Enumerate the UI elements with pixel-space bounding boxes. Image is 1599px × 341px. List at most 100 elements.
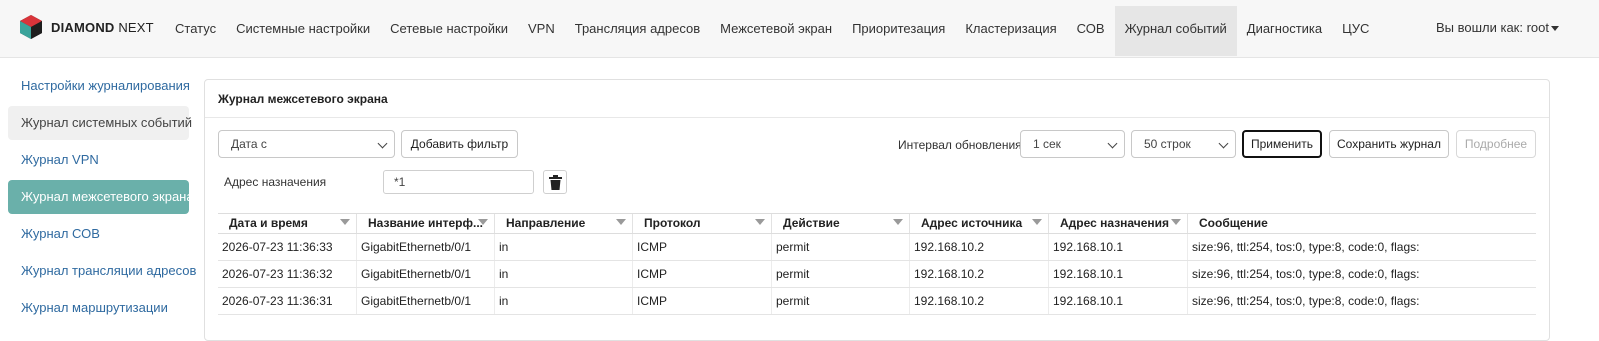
sidebar-item[interactable]: Журнал VPN — [8, 143, 189, 177]
table-cell: ICMP — [633, 261, 772, 287]
column-header[interactable]: Сообщение — [1188, 214, 1536, 233]
column-header-label: Направление — [506, 216, 586, 230]
table-cell: in — [495, 288, 633, 314]
sort-icon[interactable] — [340, 219, 350, 225]
destination-filter-label: Адрес назначения — [224, 175, 327, 189]
date-from-select-value: Дата с — [231, 137, 267, 151]
table-cell: 2026-07-23 11:36:31 — [218, 288, 357, 314]
column-header[interactable]: Адрес назначения — [1049, 214, 1188, 233]
table-cell: size:96, ttl:254, tos:0, type:8, code:0,… — [1192, 294, 1420, 308]
brand-name[interactable]: DIAMOND NEXT — [51, 20, 154, 35]
table-cell: size:96, ttl:254, tos:0, type:8, code:0,… — [1192, 267, 1420, 281]
brand-main: DIAMOND — [51, 20, 115, 35]
nav-item[interactable]: СОВ — [1067, 0, 1115, 51]
nav-item[interactable]: Журнал событий — [1114, 6, 1237, 56]
table-cell: 2026-07-23 11:36:32 — [218, 261, 357, 287]
diamond-logo-icon[interactable] — [18, 14, 44, 40]
rows-count-value: 50 строк — [1144, 137, 1191, 151]
nav-item[interactable]: Сетевые настройки — [380, 0, 518, 51]
sidebar-item[interactable]: Журнал трансляции адресов — [8, 254, 196, 288]
table-cell: 192.168.10.2 — [910, 288, 1049, 314]
panel-title: Журнал межсетевого экрана — [218, 92, 388, 106]
nav-item[interactable]: VPN — [518, 0, 565, 51]
table-cell: 192.168.10.2 — [910, 261, 1049, 287]
add-filter-button[interactable]: Добавить фильтр — [401, 130, 518, 158]
column-header[interactable]: Протокол — [633, 214, 772, 233]
sidebar: Настройки журналирования Журнал системных… — [8, 69, 196, 328]
refresh-interval-label: Интервал обновления — [898, 138, 1022, 152]
sidebar-item[interactable]: Журнал маршрутизации — [8, 291, 189, 325]
table-cell: permit — [772, 288, 910, 314]
table-cell: GigabitEthernetb/0/1 — [357, 234, 495, 260]
nav-item[interactable]: Трансляция адресов — [565, 0, 710, 51]
refresh-interval-select[interactable]: 1 сек — [1020, 130, 1125, 158]
remove-filter-button[interactable] — [543, 170, 567, 194]
column-header[interactable]: Направление — [495, 214, 633, 233]
refresh-interval-value: 1 сек — [1033, 137, 1061, 151]
column-header-label: Адрес источника — [921, 216, 1023, 230]
column-header[interactable]: Название интерф... — [357, 214, 495, 233]
table-cell: ICMP — [633, 288, 772, 314]
brand-suffix: NEXT — [118, 20, 154, 35]
table-cell: 2026-07-23 11:36:33 — [218, 234, 357, 260]
sidebar-item[interactable]: Журнал межсетевого экрана — [8, 180, 194, 214]
nav-item[interactable]: ЦУС — [1332, 0, 1379, 51]
chevron-down-icon — [377, 138, 388, 149]
table-body: 2026-07-23 11:36:33 GigabitEthernetb/0/1 i… — [218, 234, 1536, 315]
nav-item[interactable]: Приоритезация — [842, 0, 955, 51]
column-header-label: Дата и время — [229, 216, 308, 230]
table-cell: 192.168.10.2 — [910, 234, 1049, 260]
table-row[interactable]: 2026-07-23 11:36:33 GigabitEthernetb/0/1 i… — [218, 234, 1536, 261]
column-header[interactable]: Дата и время — [218, 214, 357, 233]
table-cell: GigabitEthernetb/0/1 — [357, 288, 495, 314]
nav-item[interactable]: Межсетевой экран — [710, 0, 842, 51]
user-menu[interactable]: Вы вошли как: root — [1436, 20, 1559, 35]
column-header-label: Действие — [783, 216, 840, 230]
nav-item[interactable]: Статус — [165, 0, 226, 51]
sort-icon[interactable] — [1032, 219, 1042, 225]
rows-count-select[interactable]: 50 строк — [1131, 130, 1236, 158]
chevron-down-icon — [1107, 138, 1118, 149]
table-header: Дата и время Название интерф... Направлени… — [218, 214, 1536, 234]
column-header[interactable]: Адрес источника — [910, 214, 1049, 233]
column-header-label: Протокол — [644, 216, 701, 230]
table-cell: size:96, ttl:254, tos:0, type:8, code:0,… — [1192, 240, 1420, 254]
table-row[interactable]: 2026-07-23 11:36:32 GigabitEthernetb/0/1 i… — [218, 261, 1536, 288]
divider — [205, 117, 1549, 118]
details-button[interactable]: Подробнее — [1456, 130, 1536, 158]
table-cell: in — [495, 234, 633, 260]
column-header-label: Сообщение — [1199, 216, 1268, 230]
table-row[interactable]: 2026-07-23 11:36:31 GigabitEthernetb/0/1 i… — [218, 288, 1536, 315]
sort-icon[interactable] — [755, 219, 765, 225]
nav-item[interactable]: Кластеризация — [955, 0, 1066, 51]
user-label: Вы вошли как: root — [1435, 20, 1549, 35]
table-cell: 192.168.10.1 — [1049, 261, 1188, 287]
table-cell: 192.168.10.1 — [1049, 234, 1188, 260]
sidebar-item[interactable]: Журнал системных событий — [8, 106, 192, 140]
sort-icon[interactable] — [478, 219, 488, 225]
caret-down-icon — [1551, 26, 1559, 32]
log-table: Дата и время Название интерф... Направлени… — [218, 213, 1536, 315]
firewall-log-panel: Журнал межсетевого экрана Дата с Добавит… — [204, 79, 1550, 341]
table-cell: permit — [772, 234, 910, 260]
sort-icon[interactable] — [616, 219, 626, 225]
table-cell: in — [495, 261, 633, 287]
nav-item[interactable]: Системные настройки — [226, 0, 380, 51]
table-cell: GigabitEthernetb/0/1 — [357, 261, 495, 287]
date-from-select[interactable]: Дата с — [218, 130, 395, 158]
sort-icon[interactable] — [1171, 219, 1181, 225]
column-header-label: Адрес назначения — [1060, 216, 1170, 230]
column-header[interactable]: Действие — [772, 214, 910, 233]
apply-button[interactable]: Применить — [1242, 130, 1322, 158]
column-header-label: Название интерф... — [368, 216, 483, 230]
sidebar-item[interactable]: Настройки журналирования — [8, 69, 190, 103]
nav-item[interactable]: Диагностика — [1237, 0, 1332, 51]
trash-icon — [549, 175, 562, 190]
sidebar-item[interactable]: Журнал СОВ — [8, 217, 189, 251]
destination-filter-input[interactable]: *1 — [383, 170, 534, 194]
table-cell: 192.168.10.1 — [1049, 288, 1188, 314]
sort-icon[interactable] — [893, 219, 903, 225]
top-navbar: DIAMOND NEXT Статус Системные настройки Се… — [0, 0, 1599, 58]
chevron-down-icon — [1218, 138, 1229, 149]
save-log-button[interactable]: Сохранить журнал — [1329, 130, 1449, 158]
